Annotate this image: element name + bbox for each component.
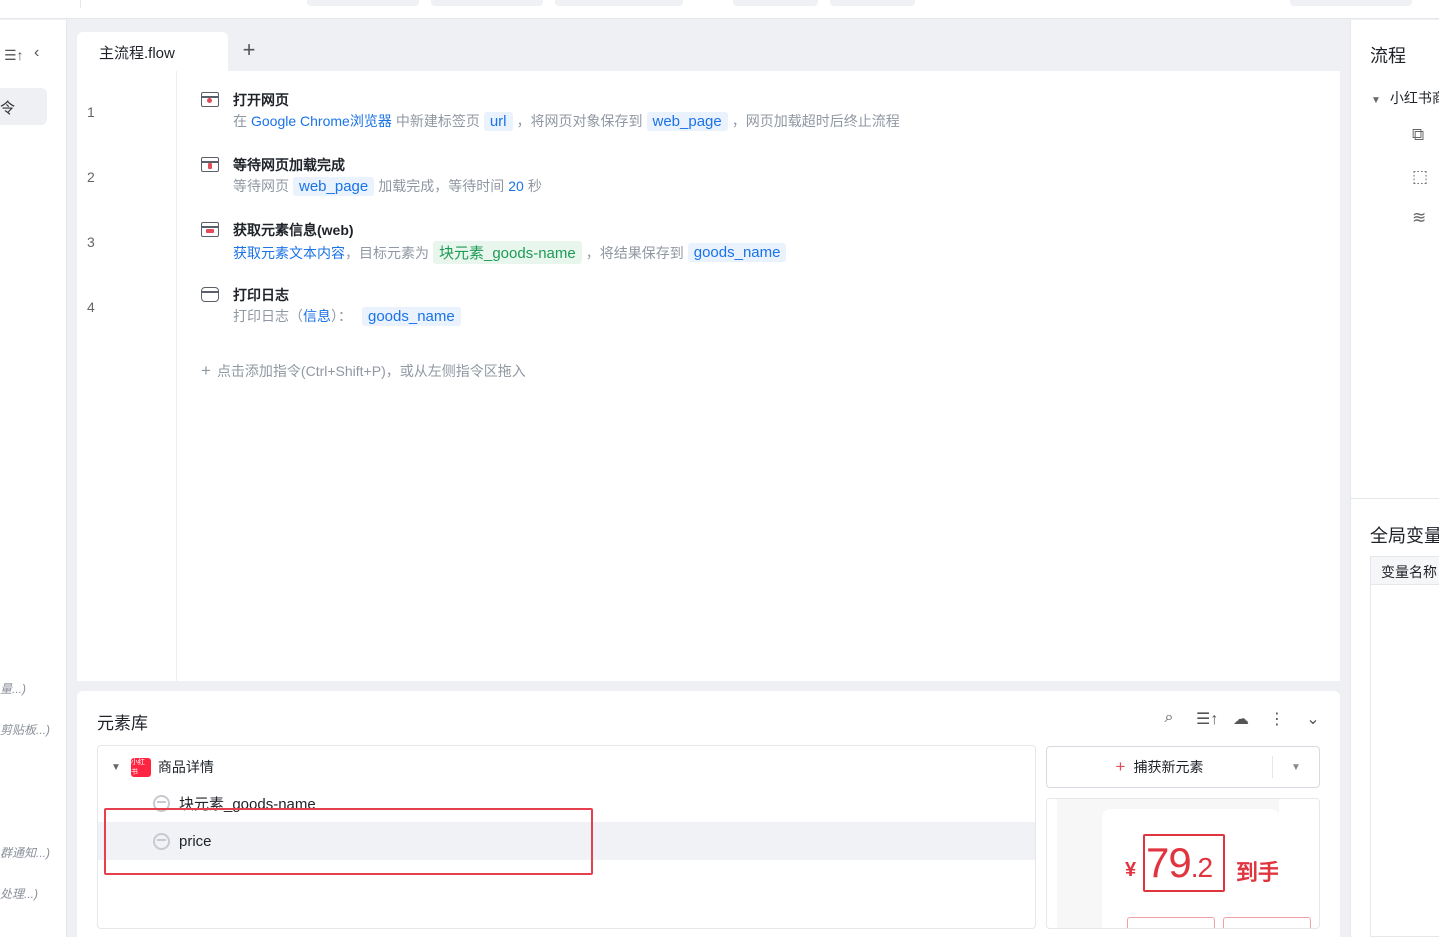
puzzle-icon[interactable]: ⬚: [1412, 167, 1428, 187]
preview-price-highlight: 79.2: [1143, 834, 1225, 892]
variable-chip-web-page[interactable]: web_page: [293, 176, 375, 196]
tab-main-flow[interactable]: 主流程.flow: [77, 32, 228, 71]
top-toolbar: [0, 0, 1439, 19]
variable-chip-web-page[interactable]: web_page: [646, 111, 728, 131]
line-gutter: 1 2 3 4: [77, 71, 177, 681]
desc-text: ）：: [331, 308, 352, 324]
toolbar-button-6[interactable]: [1290, 0, 1412, 6]
command-title: 打开网页: [233, 92, 289, 108]
xiaohongshu-logo-icon: 小红书: [130, 757, 151, 777]
line-number: 2: [87, 169, 95, 185]
command-title: 打印日志: [233, 287, 289, 303]
add-command-hint-text: 点击添加指令(Ctrl+Shift+P)，或从左侧指令区拖入: [216, 363, 526, 379]
element-library-toolbar: ⌕ ☰↑ ☁ ⋮ ⌄: [1160, 709, 1322, 729]
toolbar-button-4[interactable]: [733, 0, 818, 6]
line-number: 4: [87, 299, 95, 315]
hourglass-window-icon: [201, 157, 219, 172]
preview-after-text: 到手: [1236, 860, 1278, 885]
line-number: 3: [87, 234, 95, 250]
add-command-hint[interactable]: + 点击添加指令(Ctrl+Shift+P)，或从左侧指令区拖入: [201, 361, 526, 381]
toolbar-button-1[interactable]: [307, 0, 419, 6]
chevron-left-icon[interactable]: ‹: [34, 44, 39, 62]
element-chip[interactable]: 块元素_goods-name: [433, 241, 582, 264]
toolbar-button-2[interactable]: [431, 0, 543, 6]
caret-down-icon[interactable]: ▼: [1273, 762, 1319, 773]
capture-element-label: 捕获新元素: [1133, 759, 1204, 775]
global-vars-title: 全局变量: [1370, 526, 1439, 546]
element-preview: ¥ 79.2 到手: [1046, 798, 1320, 929]
capture-element-button[interactable]: + 捕获新元素 ▼: [1046, 746, 1320, 788]
add-tab-button[interactable]: +: [237, 37, 261, 63]
capture-element-main[interactable]: + 捕获新元素: [1047, 757, 1272, 777]
global-vars-table: 变量名称: [1370, 556, 1439, 937]
desc-text: 等待网页: [233, 178, 289, 194]
element-library-title: 元素库: [97, 714, 148, 733]
right-panel: 流程 ▼ 小红书商 ⧉ ⬚ ≋ 全局变量 变量名称: [1350, 20, 1439, 937]
caret-down-icon[interactable]: ▼: [111, 762, 121, 773]
desc-text: ，目标元素为: [345, 244, 429, 261]
command-description: 打印日志（ 信息 ）： goods_name: [233, 306, 465, 326]
sort-icon[interactable]: ☰↑: [4, 47, 24, 64]
highlight-annotation-box: [104, 808, 593, 875]
preview-price-int: 79: [1146, 839, 1192, 886]
flow-panel-title: 流程: [1370, 46, 1406, 66]
desc-text: 在: [233, 113, 247, 129]
desc-text: 秒: [527, 178, 542, 194]
preview-tag: [1223, 917, 1311, 928]
sidebar-item-cut-2[interactable]: 剪贴板...): [0, 721, 50, 738]
sidebar-item-cut-1[interactable]: 量...): [0, 680, 26, 697]
flow-tree-item[interactable]: ▼ 小红书商: [1371, 88, 1439, 108]
copy-icon[interactable]: ⧉: [1412, 125, 1424, 145]
preview-price-dec: .2: [1190, 852, 1213, 883]
printer-icon: [201, 287, 219, 302]
variable-chip-goods-name[interactable]: goods_name: [687, 243, 787, 262]
desc-text: 中新建标签页: [395, 113, 480, 129]
line-number: 1: [87, 104, 95, 120]
log-level-link[interactable]: 信息: [303, 306, 331, 326]
sort-icon[interactable]: ☰↑: [1196, 709, 1218, 729]
upload-cloud-icon[interactable]: ☁: [1232, 709, 1250, 729]
variable-chip-goods-name[interactable]: goods_name: [362, 306, 461, 326]
layers-icon[interactable]: ≋: [1412, 208, 1426, 228]
sidebar-item-active[interactable]: 令: [0, 88, 47, 125]
more-vertical-icon[interactable]: ⋮: [1268, 709, 1286, 729]
flow-editor: 1 2 3 4 打开网页 在 Google Chrome浏览器 中新建标签页 u…: [77, 71, 1340, 681]
desc-text: 加载完成，等待时间: [378, 178, 505, 194]
left-sidebar: ☰↑ ‹ 令 量...) 剪贴板...) 群通知...) 处理...): [0, 20, 67, 937]
desc-text: ，将结果保存到: [585, 244, 684, 261]
command-title: 获取元素信息(web): [233, 222, 354, 238]
preview-tag: [1127, 917, 1215, 928]
chevron-down-icon[interactable]: ⌄: [1304, 709, 1322, 729]
flow-tree-item-label: 小红书商: [1389, 90, 1439, 106]
command-description: 等待网页 web_page 加载完成，等待时间 20 秒: [233, 176, 542, 196]
vars-column-header: 变量名称: [1371, 557, 1439, 585]
plus-icon: +: [201, 361, 211, 380]
sidebar-item-cut-3[interactable]: 群通知...): [0, 844, 50, 861]
toolbar-button-5[interactable]: [830, 0, 915, 6]
browser-window-icon: [201, 92, 219, 107]
action-link[interactable]: 获取元素文本内容: [233, 243, 345, 263]
wait-seconds-value[interactable]: 20: [508, 178, 524, 194]
desc-text: ，网页加载超时后终止流程: [731, 113, 900, 129]
tree-group-product-detail[interactable]: ▼ 小红书 商品详情: [98, 754, 214, 780]
toolbar-button-3[interactable]: [555, 0, 683, 6]
command-description: 在 Google Chrome浏览器 中新建标签页 url ，将网页对象保存到 …: [233, 111, 900, 131]
panel-divider: [1351, 498, 1439, 499]
command-title: 等待网页加载完成: [233, 157, 345, 173]
desc-text: ，将网页对象保存到: [516, 113, 643, 129]
tree-group-label: 商品详情: [157, 759, 214, 775]
command-description: 获取元素文本内容 ，目标元素为 块元素_goods-name ，将结果保存到 g…: [233, 241, 790, 264]
preview-currency: ¥: [1125, 859, 1137, 881]
caret-down-icon[interactable]: ▼: [1371, 95, 1381, 106]
browser-link[interactable]: Google Chrome浏览器: [251, 111, 392, 131]
element-window-icon: [201, 222, 219, 237]
search-icon[interactable]: ⌕: [1160, 709, 1178, 729]
plus-icon: +: [1115, 757, 1126, 776]
variable-chip-url[interactable]: url: [483, 111, 513, 131]
toolbar-divider: [80, 0, 81, 8]
desc-text: 打印日志（: [233, 308, 303, 324]
sidebar-item-cut-4[interactable]: 处理...): [0, 885, 38, 902]
